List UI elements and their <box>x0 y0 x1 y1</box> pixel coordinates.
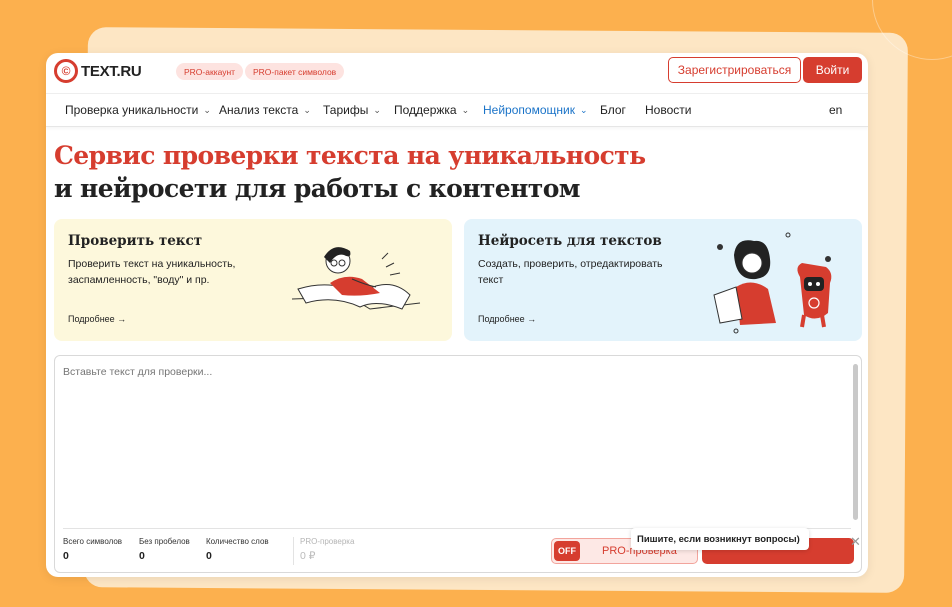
stat-no-spaces: Без пробелов 0 <box>139 537 190 562</box>
register-button[interactable]: Зарегистрироваться <box>668 57 801 83</box>
chevron-down-icon: ⌄ <box>373 104 381 115</box>
stat-total-chars: Всего символов 0 <box>63 537 122 562</box>
divider <box>293 537 294 565</box>
login-button[interactable]: Войти <box>803 57 862 83</box>
nav-item-tariffs[interactable]: Тарифы ⌄ <box>323 103 381 117</box>
nav-item-support[interactable]: Поддержка ⌄ <box>394 103 469 117</box>
pro-package-pill[interactable]: PRO-пакет символов <box>245 63 345 80</box>
hero-title-line1: Сервис проверки текста на уникальность <box>54 141 646 170</box>
nav-item-label: Поддержка <box>394 103 457 117</box>
card-description: Создать, проверить, отредактировать текс… <box>478 258 663 286</box>
language-switch[interactable]: en <box>829 103 842 117</box>
top-bar: © TEXT.RU PRO-аккаунт PRO-пакет символов… <box>46 53 868 89</box>
nav-item-label: Блог <box>600 103 626 117</box>
stat-label: PRO-проверка <box>300 537 355 546</box>
chevron-down-icon: ⌄ <box>203 104 211 115</box>
nav-item-label: Тарифы <box>323 103 369 117</box>
logo-mark-icon: © <box>54 59 78 83</box>
nav-item-label: Нейропомощник <box>483 103 575 117</box>
stat-value: 0 <box>63 550 69 562</box>
logo-text: TEXT.RU <box>81 62 142 80</box>
nav-item-label: Анализ текста <box>219 103 299 117</box>
logo[interactable]: © TEXT.RU <box>54 59 142 83</box>
neural-text-card[interactable]: Нейросеть для текстов Создать, проверить… <box>464 219 862 341</box>
person-and-robot-icon <box>713 232 832 334</box>
card-more-link[interactable]: Подробнее → <box>478 314 536 324</box>
nav-item-label: Новости <box>645 103 692 117</box>
toggle-state: OFF <box>554 541 580 561</box>
stat-word-count: Количество слов 0 <box>206 537 269 562</box>
stat-value: 0 <box>206 550 212 562</box>
text-input[interactable] <box>63 366 843 516</box>
nav-item-analysis[interactable]: Анализ текста ⌄ <box>219 103 311 117</box>
reading-person-icon <box>291 247 421 310</box>
close-icon[interactable]: ✕ <box>850 535 861 548</box>
nav-item-label: Проверка уникальности <box>65 103 199 117</box>
nav-item-blog[interactable]: Блог <box>600 103 626 117</box>
stat-label: Всего символов <box>63 537 123 546</box>
main-nav: Проверка уникальности ⌄ Анализ текста ⌄ … <box>46 93 868 127</box>
card-title: Проверить текст <box>68 233 203 249</box>
browser-window: © TEXT.RU PRO-аккаунт PRO-пакет символов… <box>46 53 868 577</box>
check-text-card[interactable]: Проверить текст Проверить текст на уника… <box>54 219 452 341</box>
hero-title-line2: и нейросети для работы с контентом <box>54 174 580 203</box>
chevron-down-icon: ⌄ <box>303 104 311 115</box>
editor-scrollbar[interactable] <box>853 364 858 520</box>
stat-pro-price: PRO-проверка 0 ₽ <box>300 537 354 562</box>
stat-label: Без пробелов <box>139 537 190 546</box>
nav-item-uniqueness[interactable]: Проверка уникальности ⌄ <box>65 103 211 117</box>
chevron-down-icon: ⌄ <box>461 104 470 115</box>
pro-account-pill[interactable]: PRO-аккаунт <box>176 63 244 80</box>
stat-label: Количество слов <box>206 537 269 546</box>
nav-item-neuro-assistant[interactable]: Нейропомощник ⌄ <box>483 103 588 117</box>
stat-value: 0 ₽ <box>300 550 316 562</box>
nav-item-news[interactable]: Новости <box>645 103 691 117</box>
stat-value: 0 <box>139 550 145 562</box>
card-description: Проверить текст на уникальность, заспамл… <box>68 258 236 286</box>
chat-tooltip[interactable]: Пишите, если возникнут вопросы) <box>631 528 809 550</box>
card-title: Нейросеть для текстов <box>478 233 662 249</box>
chevron-down-icon: ⌄ <box>579 104 588 115</box>
card-more-link[interactable]: Подробнее → <box>68 314 126 324</box>
